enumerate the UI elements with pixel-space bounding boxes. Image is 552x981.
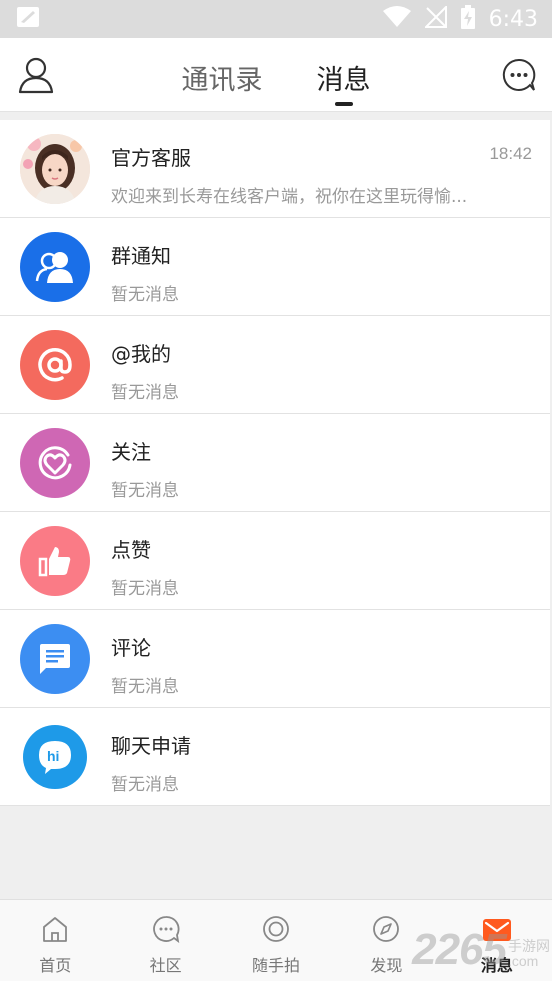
nav-label: 发现 xyxy=(370,956,403,975)
tab-messages-label: 消息 xyxy=(316,65,371,96)
group-icon xyxy=(20,232,90,302)
status-time: 6:43 xyxy=(488,6,538,32)
community-icon xyxy=(151,914,181,944)
chat-bubble-icon[interactable] xyxy=(502,58,536,92)
message-preview: 暂无消息 xyxy=(111,579,179,599)
message-title: 官方客服 xyxy=(111,146,191,170)
nav-label: 随手拍 xyxy=(252,956,301,975)
message-row-comments[interactable]: 评论 暂无消息 xyxy=(0,610,550,708)
header: 通讯录 消息 xyxy=(0,38,552,112)
tab-contacts-label: 通讯录 xyxy=(181,65,263,96)
message-preview: 暂无消息 xyxy=(111,775,179,795)
heart-icon xyxy=(20,428,90,498)
comment-icon xyxy=(20,624,90,694)
nav-community[interactable]: 社区 xyxy=(110,900,220,981)
at-icon xyxy=(20,330,90,400)
tab-messages[interactable]: 消息 xyxy=(317,38,371,112)
thumbs-up-icon xyxy=(20,526,90,596)
status-bar: 6:43 xyxy=(0,0,552,38)
wifi-icon xyxy=(382,6,411,32)
message-title: 群通知 xyxy=(111,244,171,268)
nav-discover[interactable]: 发现 xyxy=(331,900,441,981)
message-title: 聊天申请 xyxy=(111,734,191,758)
message-title: 点赞 xyxy=(111,538,151,562)
message-preview: 欢迎来到长寿在线客户端，祝你在这里玩得愉... xyxy=(111,187,468,207)
message-row-follow[interactable]: 关注 暂无消息 xyxy=(0,414,550,512)
message-row-likes[interactable]: 点赞 暂无消息 xyxy=(0,512,550,610)
customer-service-avatar xyxy=(20,134,90,204)
nav-home[interactable]: 首页 xyxy=(0,900,110,981)
tab-contacts[interactable]: 通讯录 xyxy=(182,38,263,112)
discover-icon xyxy=(371,914,401,944)
no-signal-icon xyxy=(423,4,447,32)
message-title: 关注 xyxy=(111,440,151,464)
camera-icon xyxy=(261,914,291,944)
message-list: 官方客服 18:42 欢迎来到长寿在线客户端，祝你在这里玩得愉... 群通知 暂… xyxy=(0,120,550,806)
home-icon xyxy=(40,914,70,944)
nav-snapshot[interactable]: 随手拍 xyxy=(221,900,331,981)
nav-label: 消息 xyxy=(480,956,513,975)
message-preview: 暂无消息 xyxy=(111,677,179,697)
battery-charging-icon xyxy=(460,5,475,33)
message-preview: 暂无消息 xyxy=(111,383,179,403)
header-tabs: 通讯录 消息 xyxy=(0,38,552,112)
message-icon xyxy=(482,914,512,944)
nav-messages[interactable]: 消息 xyxy=(442,900,552,981)
notification-icon xyxy=(16,6,40,32)
bottom-nav: 首页 社区 随手拍 发现 消息 xyxy=(0,899,552,981)
message-preview: 暂无消息 xyxy=(111,285,179,305)
hi-chat-icon: hi xyxy=(23,725,87,789)
message-row-chat-request[interactable]: hi 聊天申请 暂无消息 xyxy=(0,708,550,806)
active-tab-indicator xyxy=(334,102,353,106)
message-row-official-service[interactable]: 官方客服 18:42 欢迎来到长寿在线客户端，祝你在这里玩得愉... xyxy=(0,120,550,218)
nav-label: 首页 xyxy=(39,956,72,975)
message-preview: 暂无消息 xyxy=(111,481,179,501)
svg-text:hi: hi xyxy=(47,748,59,764)
message-title: 评论 xyxy=(111,636,151,660)
user-icon[interactable] xyxy=(18,56,54,94)
nav-label: 社区 xyxy=(149,956,182,975)
message-title: @我的 xyxy=(111,342,171,366)
message-row-group-notice[interactable]: 群通知 暂无消息 xyxy=(0,218,550,316)
message-time: 18:42 xyxy=(489,144,532,163)
message-row-mentions[interactable]: @我的 暂无消息 xyxy=(0,316,550,414)
